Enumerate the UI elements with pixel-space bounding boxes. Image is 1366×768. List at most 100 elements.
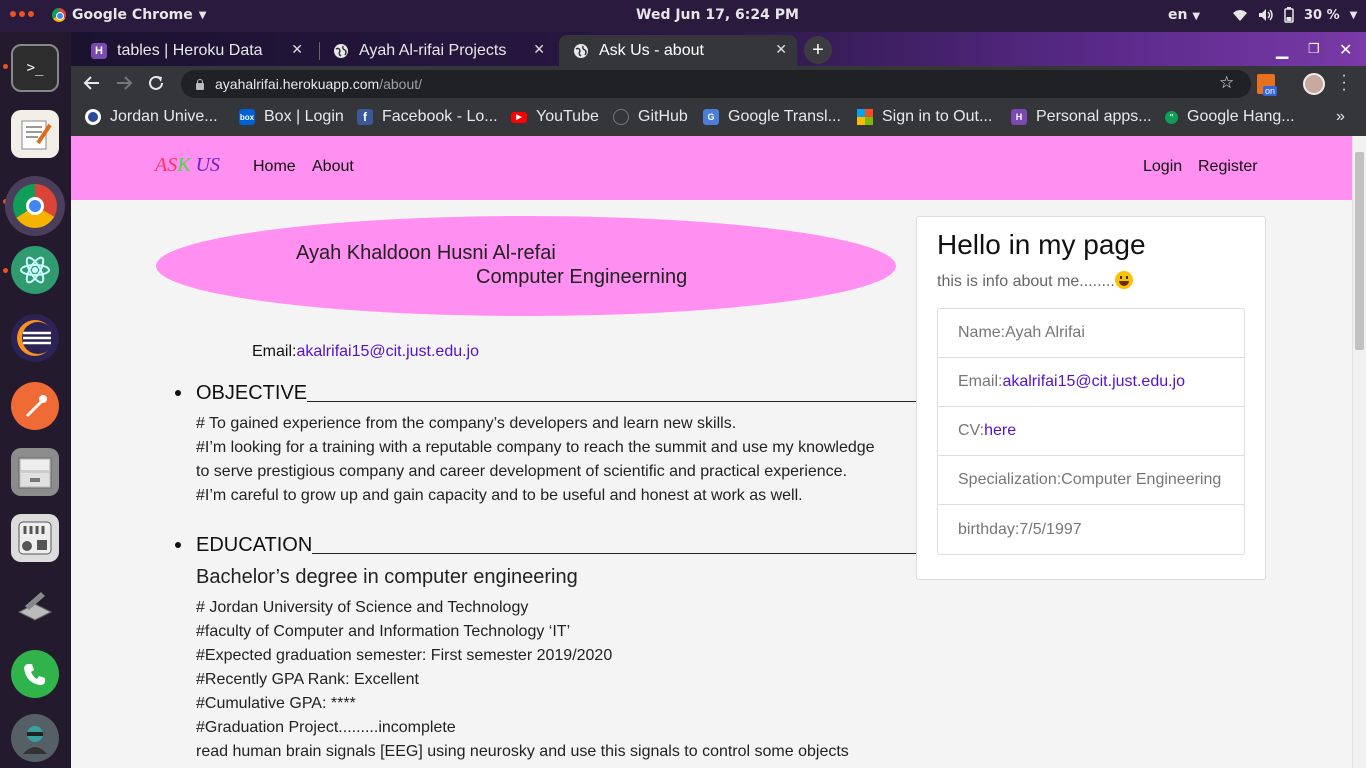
text-editor-icon[interactable] [11, 110, 59, 158]
running-indicator-dot [3, 64, 8, 69]
cv-link[interactable]: here [984, 422, 1016, 440]
tab-heroku-data[interactable]: H tables | Heroku Data ✕ [77, 35, 313, 66]
app-name: Google Chrome [72, 7, 193, 23]
bookmark-label: YouTube [536, 108, 599, 125]
file-cabinet-icon[interactable] [11, 448, 59, 496]
bookmark-youtube[interactable]: ▶ YouTube [511, 108, 599, 126]
new-tab-button[interactable]: + [804, 36, 832, 64]
plus-icon: + [812, 38, 824, 61]
nav-login-link[interactable]: Login [1143, 158, 1182, 176]
maximize-icon[interactable]: ❐ [1308, 41, 1320, 57]
bookmark-facebook[interactable]: f Facebook - Lo... [357, 108, 498, 126]
bookmarks-bar: Jordan Unive... box Box | Login f Facebo… [71, 102, 1366, 136]
postman-icon[interactable] [11, 382, 59, 430]
bookmark-star-icon[interactable]: ☆ [1219, 73, 1234, 93]
activities-dots-icon[interactable] [10, 11, 34, 17]
browser-toolbar: ayahalrifai.herokuapp.com/about/ ☆ on · ·… [71, 66, 1366, 102]
microsoft-icon [857, 109, 873, 125]
hangouts-icon: " [1165, 110, 1178, 124]
bookmark-box-login[interactable]: box Box | Login [239, 108, 344, 126]
card-title: Hello in my page [937, 229, 1146, 260]
tab-ask-us-about[interactable]: Ask Us - about ✕ [559, 35, 797, 66]
section-title: OBJECTIVE [196, 382, 308, 404]
mixer-settings-icon[interactable] [11, 514, 59, 562]
tab-title: tables | Heroku Data [117, 41, 263, 59]
site-navbar: ASK US Home About Login Register [71, 136, 1352, 200]
close-icon[interactable]: ✕ [533, 41, 545, 58]
window-close-icon[interactable]: ✕ [1339, 40, 1352, 60]
address-bar[interactable]: ayahalrifai.herokuapp.com/about/ [181, 70, 1251, 98]
chrome-icon[interactable] [5, 176, 65, 236]
bookmark-label: Google Hang... [1187, 108, 1295, 125]
back-arrow-icon[interactable] [83, 74, 101, 97]
email-link[interactable]: akalrifai15@cit.just.edu.jo [296, 343, 479, 360]
youtube-icon: ▶ [511, 111, 527, 123]
lock-icon[interactable] [195, 78, 205, 90]
heroku-icon: H [91, 42, 107, 59]
scrollbar-thumb[interactable] [1355, 152, 1364, 350]
bookmark-label: Sign in to Out... [882, 108, 993, 125]
system-top-bar: Google Chrome ▼ Wed Jun 17, 6:24 PM en ▼… [0, 0, 1366, 32]
info-specialization: Specialization:Computer Engineering [958, 471, 1222, 488]
github-icon [613, 109, 629, 125]
eclipse-icon[interactable] [11, 314, 59, 362]
minimize-icon[interactable]: ▁ [1276, 40, 1288, 60]
info-email-link[interactable]: akalrifai15@cit.just.edu.jo [1002, 373, 1185, 391]
info-birthday: birthday:7/5/1997 [958, 520, 1082, 538]
battery-icon [1284, 7, 1294, 23]
university-seal-icon [85, 109, 101, 125]
atom-icon[interactable] [11, 246, 59, 294]
bookmark-label: Personal apps... [1036, 108, 1152, 125]
objective-line: #I’m looking for a training with a reput… [196, 439, 875, 456]
system-tray[interactable]: 30 % ▼ [1232, 7, 1357, 23]
brand-word: US [195, 154, 221, 176]
disks-utility-icon[interactable] [11, 582, 59, 630]
list-item: birthday:7/5/1997 [938, 505, 1244, 554]
card-subtitle-text: this is info about me........ [937, 273, 1115, 290]
tab-projects[interactable]: Ayah Al-rifai Projects ✕ [319, 35, 555, 66]
running-indicator-dot [3, 268, 8, 273]
objective-line: # To gained experience from the company’… [196, 415, 737, 432]
page-scrollbar[interactable] [1352, 136, 1366, 768]
section-title: EDUCATION [196, 534, 313, 556]
close-icon[interactable]: ✕ [291, 41, 303, 58]
language-label: en [1168, 7, 1188, 23]
volume-icon [1259, 9, 1273, 21]
hero-major: Computer Engineerning [476, 266, 688, 288]
education-line: #Recently GPA Rank: Excellent [196, 671, 419, 688]
language-indicator[interactable]: en ▼ [1168, 7, 1200, 23]
url-host: ayahalrifai.herokuapp.com [215, 76, 380, 92]
info-list: Name:Ayah Alrifai Email: akalrifai15@cit.… [937, 308, 1245, 555]
bookmark-label: Facebook - Lo... [382, 108, 498, 125]
brand-letter: S [167, 154, 178, 176]
list-item: Name:Ayah Alrifai [938, 309, 1244, 358]
extension-badge: on [1263, 86, 1278, 96]
bookmark-personal-apps[interactable]: H Personal apps... [1011, 108, 1152, 126]
bookmark-label: GitHub [638, 108, 688, 125]
reload-icon[interactable] [147, 74, 165, 97]
close-icon[interactable]: ✕ [775, 41, 787, 58]
bookmarks-overflow-icon[interactable]: » [1336, 108, 1345, 126]
bookmark-outlook[interactable]: Sign in to Out... [857, 108, 992, 126]
bookmark-jordan-university[interactable]: Jordan Unive... [85, 108, 218, 126]
app-menu[interactable]: Google Chrome ▼ [52, 7, 206, 23]
terminal-icon[interactable]: >_ [11, 44, 59, 92]
list-item: Email: akalrifai15@cit.just.edu.jo [938, 358, 1244, 407]
bookmark-google-hangouts[interactable]: " Google Hang... [1165, 108, 1295, 126]
list-item: Specialization:Computer Engineering [938, 456, 1244, 505]
chevron-down-icon: ▼ [198, 9, 207, 21]
email-line: Email:akalrifai15@cit.just.edu.jo [252, 343, 479, 361]
nav-about-link[interactable]: About [312, 158, 354, 176]
kebab-menu-icon[interactable]: · · · [1341, 68, 1347, 98]
list-bullet [175, 390, 181, 396]
bookmark-google-translate[interactable]: G Google Transl... [703, 108, 841, 126]
profile-avatar[interactable] [1303, 73, 1325, 95]
clock[interactable]: Wed Jun 17, 6:24 PM [636, 7, 799, 23]
user-avatar-icon[interactable] [11, 714, 59, 762]
nav-home-link[interactable]: Home [253, 158, 296, 176]
nav-register-link[interactable]: Register [1198, 158, 1258, 176]
phone-icon[interactable] [11, 650, 59, 698]
forward-arrow-icon[interactable] [115, 74, 133, 97]
site-brand[interactable]: ASK US [155, 154, 220, 177]
bookmark-github[interactable]: GitHub [613, 108, 688, 126]
